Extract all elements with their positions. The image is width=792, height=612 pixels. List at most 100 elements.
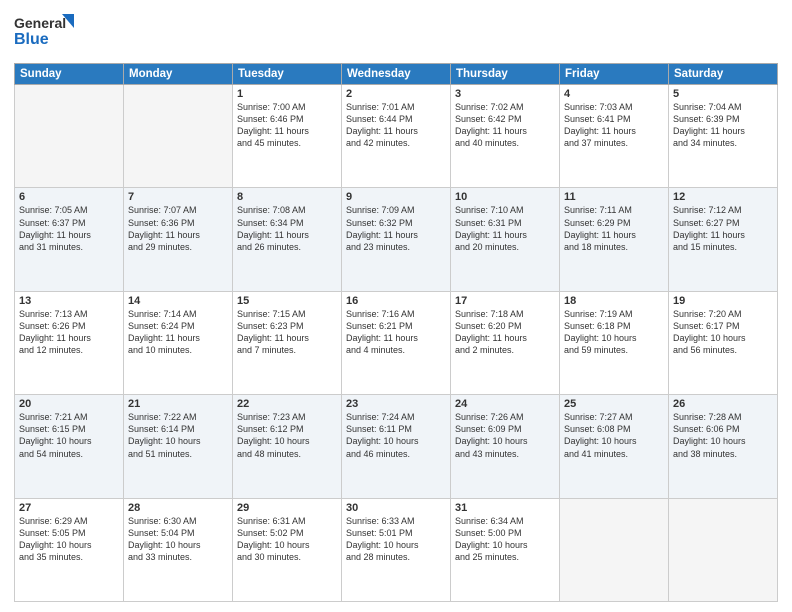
day-number: 11	[564, 191, 664, 203]
day-info: Sunrise: 7:05 AM Sunset: 6:37 PM Dayligh…	[19, 204, 119, 253]
calendar-week-row: 27Sunrise: 6:29 AM Sunset: 5:05 PM Dayli…	[15, 498, 778, 601]
day-info: Sunrise: 7:19 AM Sunset: 6:18 PM Dayligh…	[564, 308, 664, 357]
calendar-week-row: 6Sunrise: 7:05 AM Sunset: 6:37 PM Daylig…	[15, 188, 778, 291]
calendar-cell: 6Sunrise: 7:05 AM Sunset: 6:37 PM Daylig…	[15, 188, 124, 291]
header: General Blue	[14, 10, 778, 57]
calendar-cell: 5Sunrise: 7:04 AM Sunset: 6:39 PM Daylig…	[669, 85, 778, 188]
calendar-header-row: SundayMondayTuesdayWednesdayThursdayFrid…	[15, 64, 778, 85]
day-info: Sunrise: 7:11 AM Sunset: 6:29 PM Dayligh…	[564, 204, 664, 253]
calendar-cell: 13Sunrise: 7:13 AM Sunset: 6:26 PM Dayli…	[15, 291, 124, 394]
svg-text:General: General	[14, 15, 66, 31]
day-info: Sunrise: 7:04 AM Sunset: 6:39 PM Dayligh…	[673, 101, 773, 150]
calendar-cell: 14Sunrise: 7:14 AM Sunset: 6:24 PM Dayli…	[124, 291, 233, 394]
day-number: 8	[237, 191, 337, 203]
calendar-cell: 26Sunrise: 7:28 AM Sunset: 6:06 PM Dayli…	[669, 395, 778, 498]
day-info: Sunrise: 7:01 AM Sunset: 6:44 PM Dayligh…	[346, 101, 446, 150]
day-info: Sunrise: 7:14 AM Sunset: 6:24 PM Dayligh…	[128, 308, 228, 357]
calendar-cell: 28Sunrise: 6:30 AM Sunset: 5:04 PM Dayli…	[124, 498, 233, 601]
day-header-sunday: Sunday	[15, 64, 124, 85]
day-info: Sunrise: 6:30 AM Sunset: 5:04 PM Dayligh…	[128, 515, 228, 564]
day-info: Sunrise: 7:21 AM Sunset: 6:15 PM Dayligh…	[19, 411, 119, 460]
day-info: Sunrise: 7:16 AM Sunset: 6:21 PM Dayligh…	[346, 308, 446, 357]
calendar-cell: 11Sunrise: 7:11 AM Sunset: 6:29 PM Dayli…	[560, 188, 669, 291]
calendar-cell	[15, 85, 124, 188]
day-info: Sunrise: 7:20 AM Sunset: 6:17 PM Dayligh…	[673, 308, 773, 357]
calendar-cell: 3Sunrise: 7:02 AM Sunset: 6:42 PM Daylig…	[451, 85, 560, 188]
day-number: 15	[237, 295, 337, 307]
day-number: 12	[673, 191, 773, 203]
calendar-cell: 1Sunrise: 7:00 AM Sunset: 6:46 PM Daylig…	[233, 85, 342, 188]
calendar-cell: 12Sunrise: 7:12 AM Sunset: 6:27 PM Dayli…	[669, 188, 778, 291]
day-number: 27	[19, 502, 119, 514]
day-number: 13	[19, 295, 119, 307]
day-info: Sunrise: 7:15 AM Sunset: 6:23 PM Dayligh…	[237, 308, 337, 357]
day-number: 9	[346, 191, 446, 203]
calendar-cell: 31Sunrise: 6:34 AM Sunset: 5:00 PM Dayli…	[451, 498, 560, 601]
day-info: Sunrise: 7:26 AM Sunset: 6:09 PM Dayligh…	[455, 411, 555, 460]
calendar-week-row: 1Sunrise: 7:00 AM Sunset: 6:46 PM Daylig…	[15, 85, 778, 188]
page: General Blue SundayMondayTuesdayWednesda…	[0, 0, 792, 612]
day-number: 10	[455, 191, 555, 203]
day-number: 3	[455, 88, 555, 100]
calendar-week-row: 20Sunrise: 7:21 AM Sunset: 6:15 PM Dayli…	[15, 395, 778, 498]
day-number: 17	[455, 295, 555, 307]
day-info: Sunrise: 7:24 AM Sunset: 6:11 PM Dayligh…	[346, 411, 446, 460]
calendar-cell	[669, 498, 778, 601]
day-number: 2	[346, 88, 446, 100]
day-info: Sunrise: 7:03 AM Sunset: 6:41 PM Dayligh…	[564, 101, 664, 150]
day-info: Sunrise: 7:27 AM Sunset: 6:08 PM Dayligh…	[564, 411, 664, 460]
day-number: 30	[346, 502, 446, 514]
calendar-cell: 24Sunrise: 7:26 AM Sunset: 6:09 PM Dayli…	[451, 395, 560, 498]
calendar-cell: 20Sunrise: 7:21 AM Sunset: 6:15 PM Dayli…	[15, 395, 124, 498]
day-number: 21	[128, 398, 228, 410]
day-info: Sunrise: 7:08 AM Sunset: 6:34 PM Dayligh…	[237, 204, 337, 253]
day-number: 1	[237, 88, 337, 100]
calendar-cell: 23Sunrise: 7:24 AM Sunset: 6:11 PM Dayli…	[342, 395, 451, 498]
day-number: 4	[564, 88, 664, 100]
day-number: 20	[19, 398, 119, 410]
calendar-cell: 8Sunrise: 7:08 AM Sunset: 6:34 PM Daylig…	[233, 188, 342, 291]
day-number: 19	[673, 295, 773, 307]
day-header-friday: Friday	[560, 64, 669, 85]
calendar-cell: 22Sunrise: 7:23 AM Sunset: 6:12 PM Dayli…	[233, 395, 342, 498]
day-header-monday: Monday	[124, 64, 233, 85]
day-number: 23	[346, 398, 446, 410]
calendar-cell: 2Sunrise: 7:01 AM Sunset: 6:44 PM Daylig…	[342, 85, 451, 188]
calendar-cell: 4Sunrise: 7:03 AM Sunset: 6:41 PM Daylig…	[560, 85, 669, 188]
day-info: Sunrise: 7:28 AM Sunset: 6:06 PM Dayligh…	[673, 411, 773, 460]
day-header-tuesday: Tuesday	[233, 64, 342, 85]
day-number: 25	[564, 398, 664, 410]
day-number: 5	[673, 88, 773, 100]
calendar-table: SundayMondayTuesdayWednesdayThursdayFrid…	[14, 63, 778, 602]
svg-text:Blue: Blue	[14, 31, 49, 48]
day-info: Sunrise: 6:33 AM Sunset: 5:01 PM Dayligh…	[346, 515, 446, 564]
day-number: 24	[455, 398, 555, 410]
calendar-cell: 27Sunrise: 6:29 AM Sunset: 5:05 PM Dayli…	[15, 498, 124, 601]
day-number: 26	[673, 398, 773, 410]
day-info: Sunrise: 7:23 AM Sunset: 6:12 PM Dayligh…	[237, 411, 337, 460]
day-header-thursday: Thursday	[451, 64, 560, 85]
calendar-cell: 18Sunrise: 7:19 AM Sunset: 6:18 PM Dayli…	[560, 291, 669, 394]
day-number: 6	[19, 191, 119, 203]
day-info: Sunrise: 7:02 AM Sunset: 6:42 PM Dayligh…	[455, 101, 555, 150]
logo-svg: General Blue	[14, 10, 74, 52]
calendar-cell	[124, 85, 233, 188]
day-number: 31	[455, 502, 555, 514]
logo: General Blue	[14, 10, 74, 57]
calendar-cell: 29Sunrise: 6:31 AM Sunset: 5:02 PM Dayli…	[233, 498, 342, 601]
calendar-cell: 30Sunrise: 6:33 AM Sunset: 5:01 PM Dayli…	[342, 498, 451, 601]
calendar-cell: 17Sunrise: 7:18 AM Sunset: 6:20 PM Dayli…	[451, 291, 560, 394]
day-info: Sunrise: 7:12 AM Sunset: 6:27 PM Dayligh…	[673, 204, 773, 253]
day-info: Sunrise: 6:31 AM Sunset: 5:02 PM Dayligh…	[237, 515, 337, 564]
day-info: Sunrise: 7:18 AM Sunset: 6:20 PM Dayligh…	[455, 308, 555, 357]
logo-container: General Blue	[14, 10, 74, 57]
logo-graphic: General Blue	[14, 10, 74, 57]
day-header-saturday: Saturday	[669, 64, 778, 85]
day-number: 28	[128, 502, 228, 514]
day-info: Sunrise: 7:00 AM Sunset: 6:46 PM Dayligh…	[237, 101, 337, 150]
calendar-cell: 10Sunrise: 7:10 AM Sunset: 6:31 PM Dayli…	[451, 188, 560, 291]
calendar-cell: 21Sunrise: 7:22 AM Sunset: 6:14 PM Dayli…	[124, 395, 233, 498]
day-info: Sunrise: 7:09 AM Sunset: 6:32 PM Dayligh…	[346, 204, 446, 253]
day-header-wednesday: Wednesday	[342, 64, 451, 85]
calendar-cell: 9Sunrise: 7:09 AM Sunset: 6:32 PM Daylig…	[342, 188, 451, 291]
